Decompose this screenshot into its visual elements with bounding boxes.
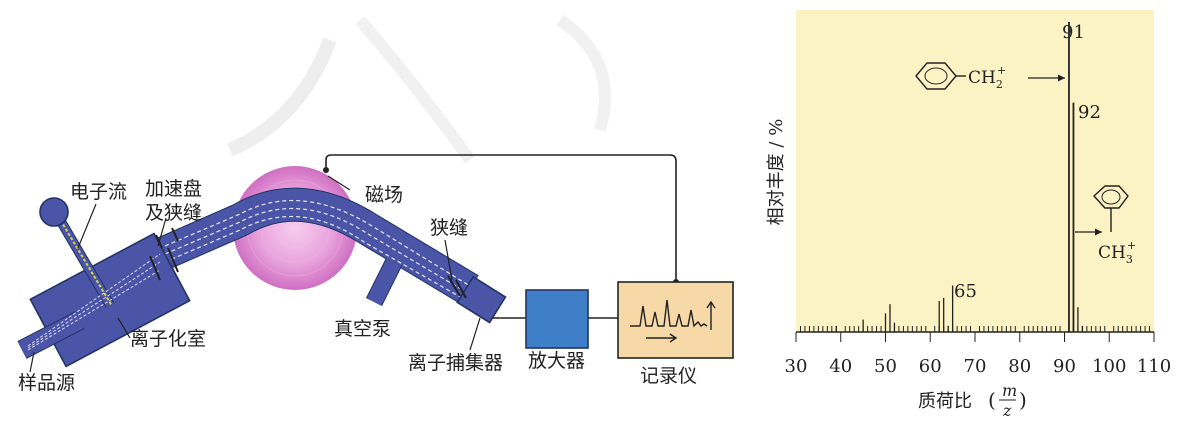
recorder-box — [617, 281, 734, 359]
x-tick-label-60: 60 — [919, 356, 942, 377]
label-sample-source: 样品源 — [18, 372, 76, 394]
benzyl-formula: CH2+ — [968, 64, 1006, 91]
electron-gun-bulb — [39, 197, 69, 227]
label-recorder: 记录仪 — [640, 365, 698, 387]
peak-label-65: 65 — [954, 281, 977, 302]
amplifier-box — [525, 289, 589, 349]
figure: 电子流 加速盘 及狭缝 磁场 狭缝 真空泵 离子化室 样品源 离子捕集器 放大器… — [0, 0, 1180, 425]
toluene-formula: CH3+ — [1098, 239, 1136, 266]
peak-label-92: 92 — [1078, 102, 1101, 123]
leader-line — [77, 203, 97, 249]
x-tick-label-80: 80 — [1008, 356, 1031, 377]
mass-spectrum-chart: 30 40 50 60 70 80 90 100 110 91 92 65 CH… — [766, 10, 1171, 420]
label-vacuum-pump: 真空泵 — [334, 318, 392, 340]
label-amplifier: 放大器 — [528, 350, 586, 372]
x-axis-paren-open: ( — [988, 388, 996, 412]
x-axis-label-prefix: 质荷比 — [918, 391, 972, 412]
watermark-stroke — [227, 37, 337, 157]
x-tick-label-100: 100 — [1092, 356, 1126, 377]
x-tick-label-30: 30 — [785, 356, 808, 377]
x-axis-paren-close: ) — [1019, 388, 1027, 412]
leader-line — [469, 317, 481, 351]
wire-node — [323, 167, 329, 173]
label-electron-stream: 电子流 — [70, 181, 128, 203]
mass-spectrometer-diagram — [17, 15, 734, 373]
label-ion-collector: 离子捕集器 — [408, 352, 504, 374]
label-slit: 狭缝 — [430, 217, 469, 239]
label-magnetic-field: 磁场 — [365, 184, 404, 206]
x-tick-label-40: 40 — [829, 356, 852, 377]
x-tick-label-110: 110 — [1137, 356, 1171, 377]
label-accel-plate-line1: 加速盘 — [145, 178, 203, 200]
label-accel-plate-line2: 及狭缝 — [145, 202, 203, 224]
x-axis-fraction-num: m — [1002, 381, 1017, 400]
y-axis-label: 相对丰度 / % — [766, 119, 787, 226]
watermark-stroke — [556, 15, 611, 132]
x-tick-label-50: 50 — [874, 356, 897, 377]
peak-label-91: 91 — [1062, 22, 1085, 43]
x-tick-label-70: 70 — [964, 356, 987, 377]
x-tick-label-90: 90 — [1053, 356, 1076, 377]
x-axis-fraction-den: z — [1002, 401, 1012, 420]
label-ionization-chamber: 离子化室 — [130, 328, 207, 350]
watermark-stroke — [355, 16, 475, 164]
